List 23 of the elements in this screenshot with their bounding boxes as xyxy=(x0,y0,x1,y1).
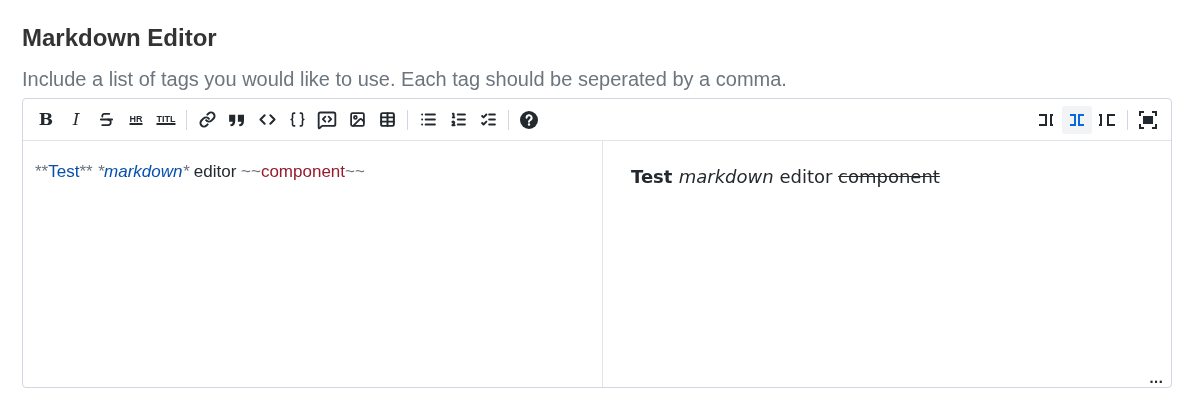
heading-button[interactable]: TITL xyxy=(156,115,176,124)
bullet-list-icon xyxy=(419,111,437,128)
quote-icon xyxy=(228,112,246,127)
markdown-source-text: **Test** *markdown* editor ~~component~~ xyxy=(35,162,365,181)
bold-button[interactable]: B xyxy=(38,106,54,133)
link-icon xyxy=(198,111,216,128)
section-heading: Markdown Editor xyxy=(22,23,218,53)
code-icon xyxy=(258,111,276,128)
description-text: Include a list of tags you would like to use. Each tag should be seperated by a comma. xyxy=(22,67,788,92)
resize-handle[interactable]: ... xyxy=(1149,373,1163,385)
heading-button[interactable]: HR xyxy=(129,115,143,124)
italic-button[interactable]: I xyxy=(72,106,80,133)
table-icon xyxy=(378,111,396,128)
braces-icon xyxy=(288,111,306,128)
numbered-list-icon xyxy=(449,111,467,128)
image-icon xyxy=(348,111,366,128)
strikethrough-icon xyxy=(97,111,115,128)
code-bubble-icon xyxy=(317,109,337,130)
checklist-icon xyxy=(479,111,497,128)
fullscreen-icon xyxy=(1139,110,1157,129)
help-icon xyxy=(520,110,538,129)
preview-text: Test markdown editor component xyxy=(631,166,940,187)
markdown-source-pane[interactable]: **Test** *markdown* editor ~~component~~ xyxy=(23,141,603,387)
